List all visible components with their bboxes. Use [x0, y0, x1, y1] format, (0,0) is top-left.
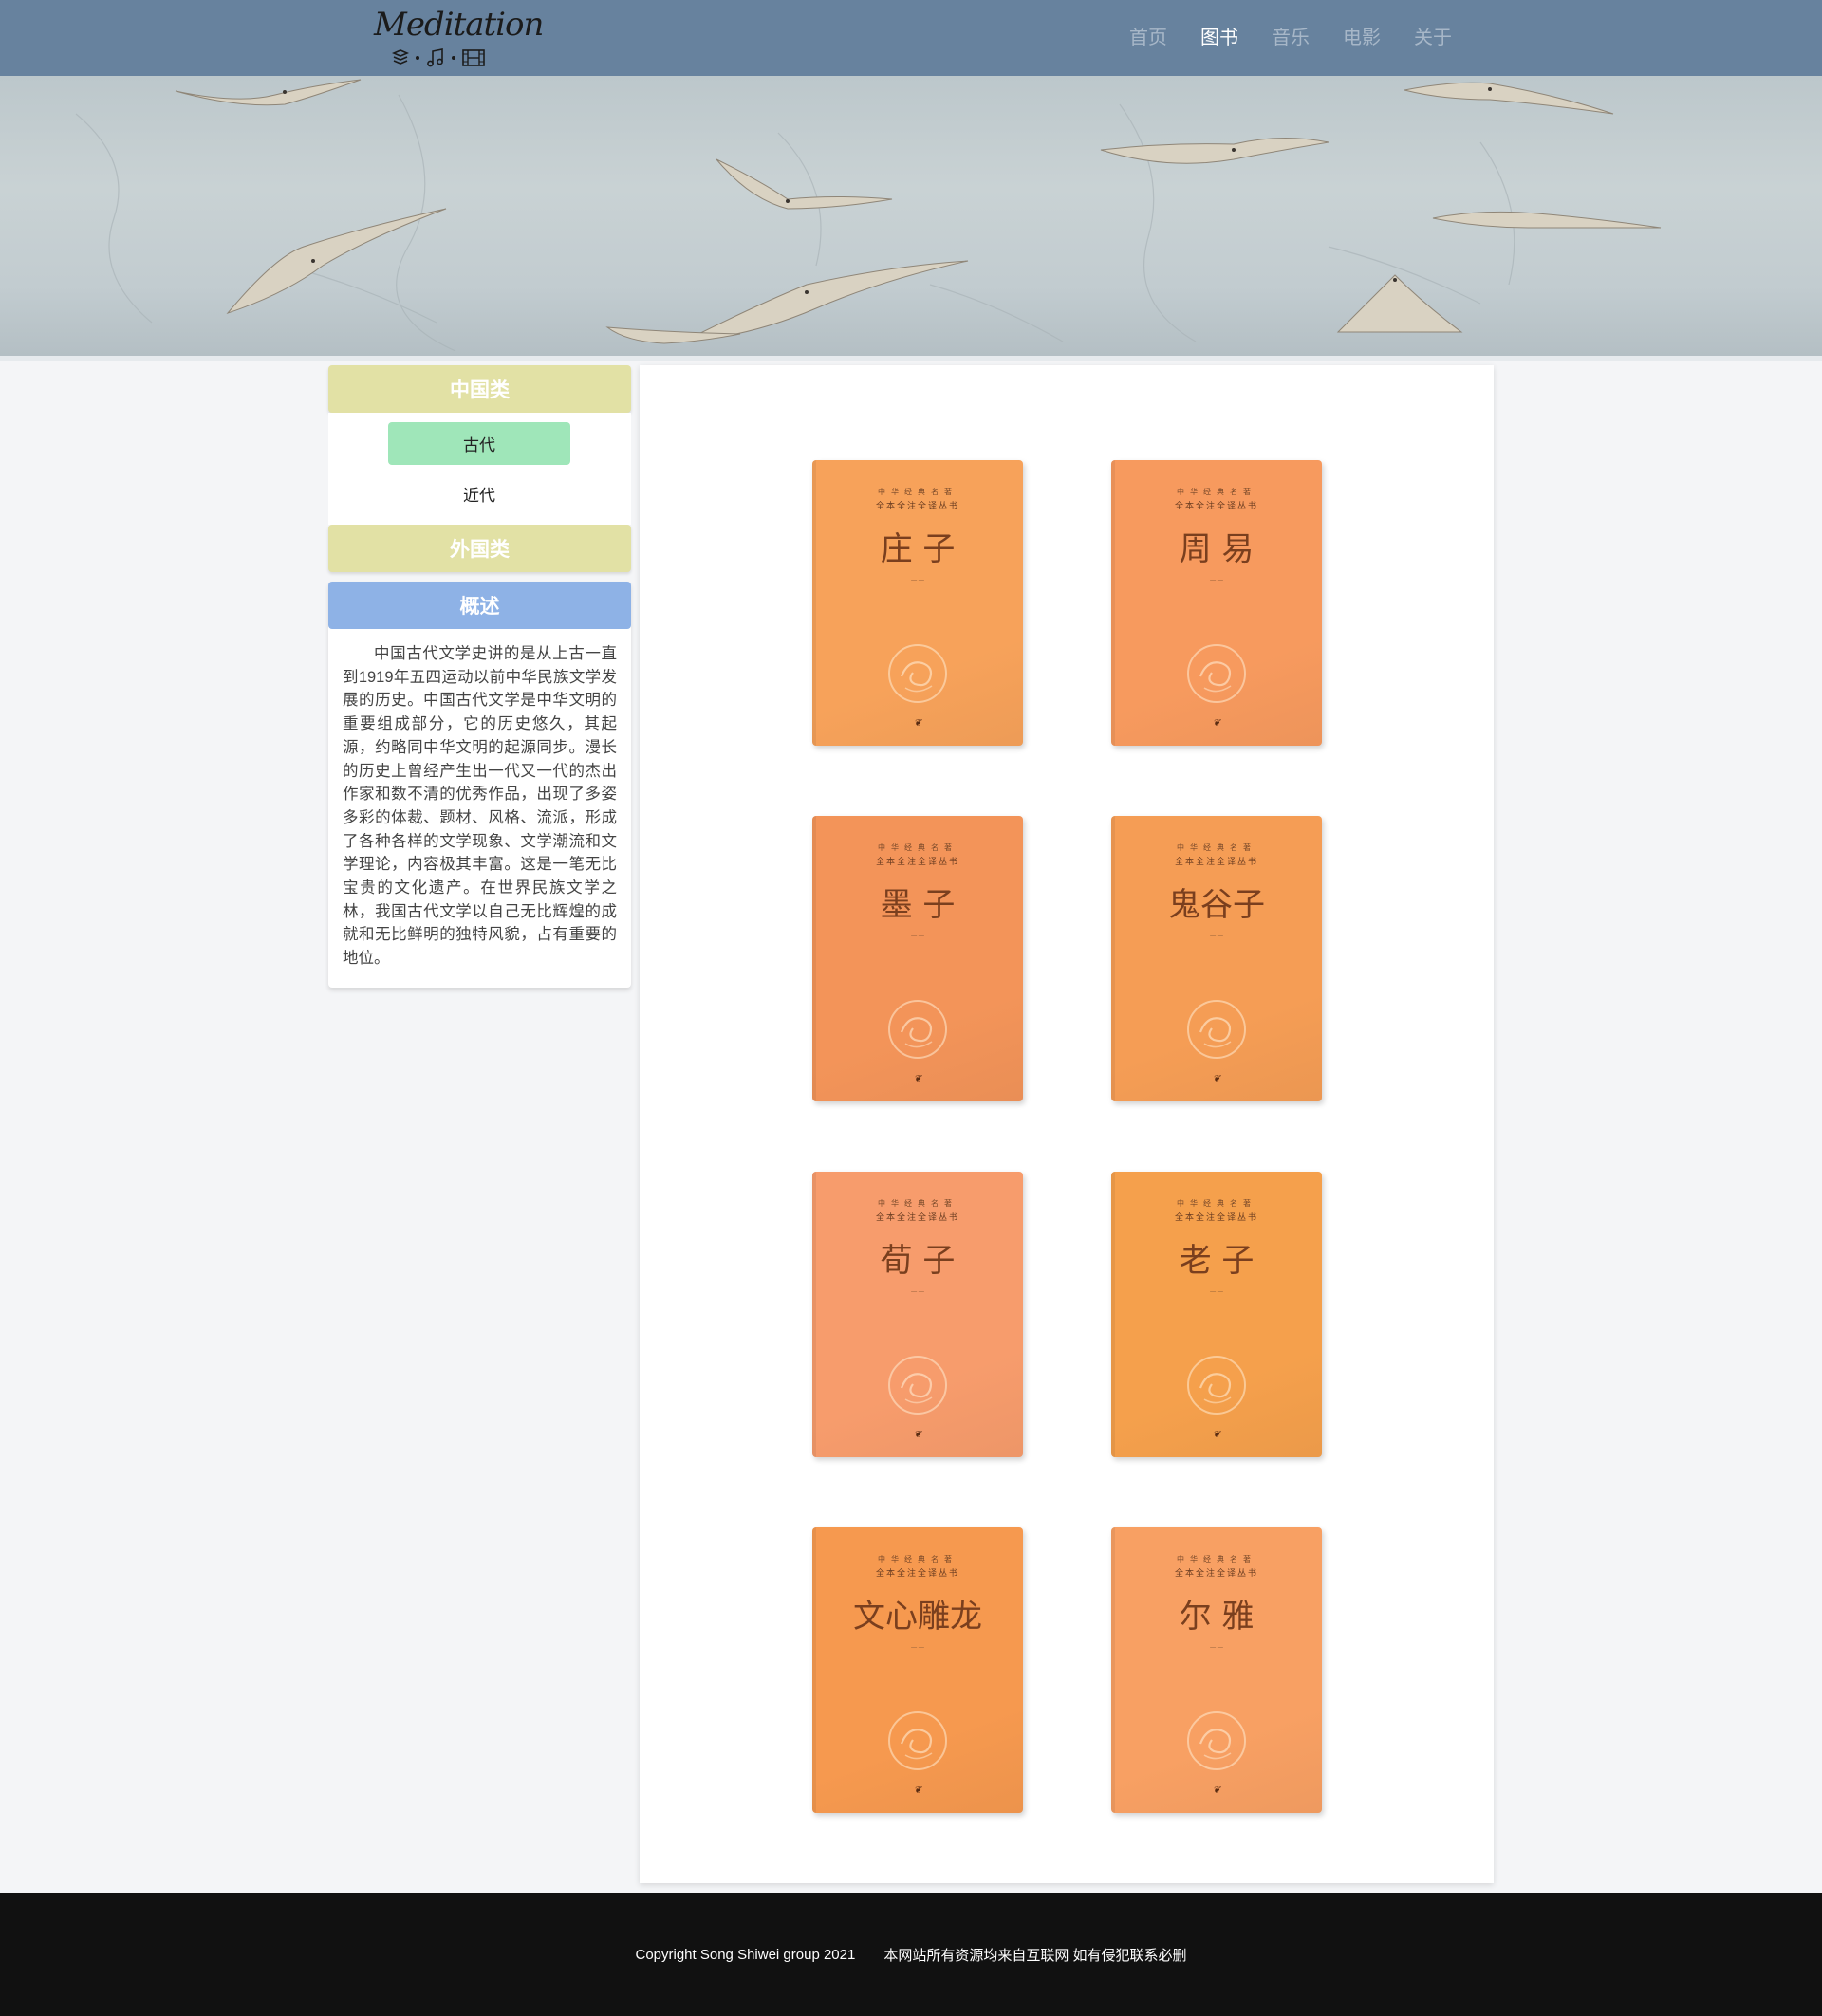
book-series-top: 中华经典名著 [878, 1555, 957, 1563]
book-cover[interactable]: 中华经典名著 全本全注全译丛书文心雕龙 — — ❦ [812, 1527, 1023, 1813]
music-note-icon [427, 48, 443, 67]
book-author-line: — — [1210, 1289, 1223, 1295]
book-series-top: 中华经典名著 [878, 843, 957, 852]
logo-text: Meditation [374, 6, 544, 44]
book-series: 全本全注全译丛书 [875, 1213, 959, 1223]
book-cover[interactable]: 中华经典名著 全本全注全译丛书尔 雅 — — ❦ [1111, 1527, 1322, 1813]
main-nav: 首页 图书 音乐 电影 关于 [1096, 0, 1452, 70]
book-series: 全本全注全译丛书 [1174, 858, 1258, 867]
subcategory-ancient[interactable]: 古代 [388, 422, 570, 465]
category-foreign-header[interactable]: 外国类 [328, 525, 631, 572]
dragon-emblem-icon [888, 1356, 947, 1415]
nav-movies[interactable]: 电影 [1343, 22, 1381, 49]
dragon-emblem-icon [888, 1000, 947, 1059]
book-series-top: 中华经典名著 [1177, 1555, 1256, 1563]
book-series: 全本全注全译丛书 [875, 858, 959, 867]
separator-dot [416, 56, 419, 60]
book-series-top: 中华经典名著 [1177, 488, 1256, 496]
book-cover[interactable]: 中华经典名著 全本全注全译丛书墨 子 — — ❦ [812, 816, 1023, 1101]
overview-text: 中国古代文学史讲的是从上古一直到1919年五四运动以前中华民族文学发展的历史。中… [343, 645, 617, 968]
book-series: 全本全注全译丛书 [1174, 1569, 1258, 1579]
film-icon [462, 49, 485, 66]
book-author-line: — — [1210, 1645, 1223, 1651]
dragon-emblem-icon [1187, 1000, 1246, 1059]
book-cover[interactable]: 中华经典名著 全本全注全译丛书荀 子 — — ❦ [812, 1172, 1023, 1457]
book-series-top: 中华经典名著 [1177, 843, 1256, 852]
book-cover[interactable]: 中华经典名著 全本全注全译丛书庄 子 — — ❦ [812, 460, 1023, 746]
footer-copyright: Copyright Song Shiwei group 2021 [635, 1946, 856, 1963]
book-publisher-mark: ❦ [1212, 718, 1221, 729]
dragon-emblem-icon [888, 644, 947, 703]
book-series-top: 中华经典名著 [878, 488, 957, 496]
book-title: 文心雕龙 [853, 1598, 982, 1636]
overview-title: 概述 [328, 582, 631, 629]
overview-panel: 概述 中国古代文学史讲的是从上古一直到1919年五四运动以前中华民族文学发展的历… [328, 582, 631, 988]
category-sidebar: 中国类 古代 近代 外国类 概述 中国古代文学史讲的是从上古一直到1919年五四… [328, 365, 631, 988]
book-publisher-mark: ❦ [913, 718, 922, 729]
book-title: 尔 雅 [1179, 1598, 1255, 1636]
nav-books[interactable]: 图书 [1200, 22, 1238, 49]
logo-icons [391, 46, 486, 70]
book-publisher-mark: ❦ [913, 1074, 922, 1084]
subcategory-modern[interactable]: 近代 [388, 472, 570, 515]
site-footer: Copyright Song Shiwei group 2021 本网站所有资源… [0, 1893, 1822, 2016]
book-author-line: — — [1210, 934, 1223, 939]
book-publisher-mark: ❦ [913, 1785, 922, 1796]
subcategory-list: 古代 近代 [328, 413, 631, 525]
book-title: 鬼谷子 [1168, 886, 1265, 924]
site-logo[interactable]: Meditation [372, 4, 544, 72]
book-series: 全本全注全译丛书 [1174, 1213, 1258, 1223]
book-author-line: — — [911, 1289, 924, 1295]
dragon-emblem-icon [1187, 1356, 1246, 1415]
book-series: 全本全注全译丛书 [1174, 502, 1258, 511]
nav-home[interactable]: 首页 [1129, 22, 1167, 49]
dragon-emblem-icon [1187, 644, 1246, 703]
book-cover[interactable]: 中华经典名著 全本全注全译丛书老 子 — — ❦ [1111, 1172, 1322, 1457]
footer-notice: 本网站所有资源均来自互联网 如有侵犯联系必删 [883, 1947, 1187, 1964]
book-series: 全本全注全译丛书 [875, 1569, 959, 1579]
book-publisher-mark: ❦ [1212, 1074, 1221, 1084]
book-title: 庄 子 [880, 530, 956, 568]
book-author-line: — — [911, 1645, 924, 1651]
book-series-top: 中华经典名著 [878, 1199, 957, 1208]
book-cover[interactable]: 中华经典名著 全本全注全译丛书周 易 — — ❦ [1111, 460, 1322, 746]
book-series-top: 中华经典名著 [1177, 1199, 1256, 1208]
book-title: 墨 子 [880, 886, 956, 924]
banner-divider [0, 356, 1822, 361]
book-publisher-mark: ❦ [913, 1430, 922, 1440]
book-series: 全本全注全译丛书 [875, 502, 959, 511]
dragon-emblem-icon [1187, 1711, 1246, 1770]
hero-banner-image [0, 76, 1822, 356]
separator-dot [452, 56, 456, 60]
book-cover[interactable]: 中华经典名著 全本全注全译丛书鬼谷子 — — ❦ [1111, 816, 1322, 1101]
book-author-line: — — [911, 934, 924, 939]
book-author-line: — — [911, 578, 924, 583]
top-navbar: Meditation 首页 图书 音乐 电影 关于 [0, 0, 1822, 76]
book-publisher-mark: ❦ [1212, 1785, 1221, 1796]
dragon-emblem-icon [888, 1711, 947, 1770]
nav-about[interactable]: 关于 [1414, 22, 1452, 49]
category-china-header[interactable]: 中国类 [328, 365, 631, 413]
book-publisher-mark: ❦ [1212, 1430, 1221, 1440]
nav-music[interactable]: 音乐 [1272, 22, 1310, 49]
book-grid-panel: 中华经典名著 全本全注全译丛书庄 子 — — ❦ 中华经典名著 全本全注全译丛书周 易 — … [640, 365, 1494, 1883]
book-title: 荀 子 [880, 1242, 956, 1280]
book-title: 周 易 [1179, 530, 1255, 568]
books-icon [391, 49, 410, 65]
book-title: 老 子 [1179, 1242, 1255, 1280]
book-author-line: — — [1210, 578, 1223, 583]
